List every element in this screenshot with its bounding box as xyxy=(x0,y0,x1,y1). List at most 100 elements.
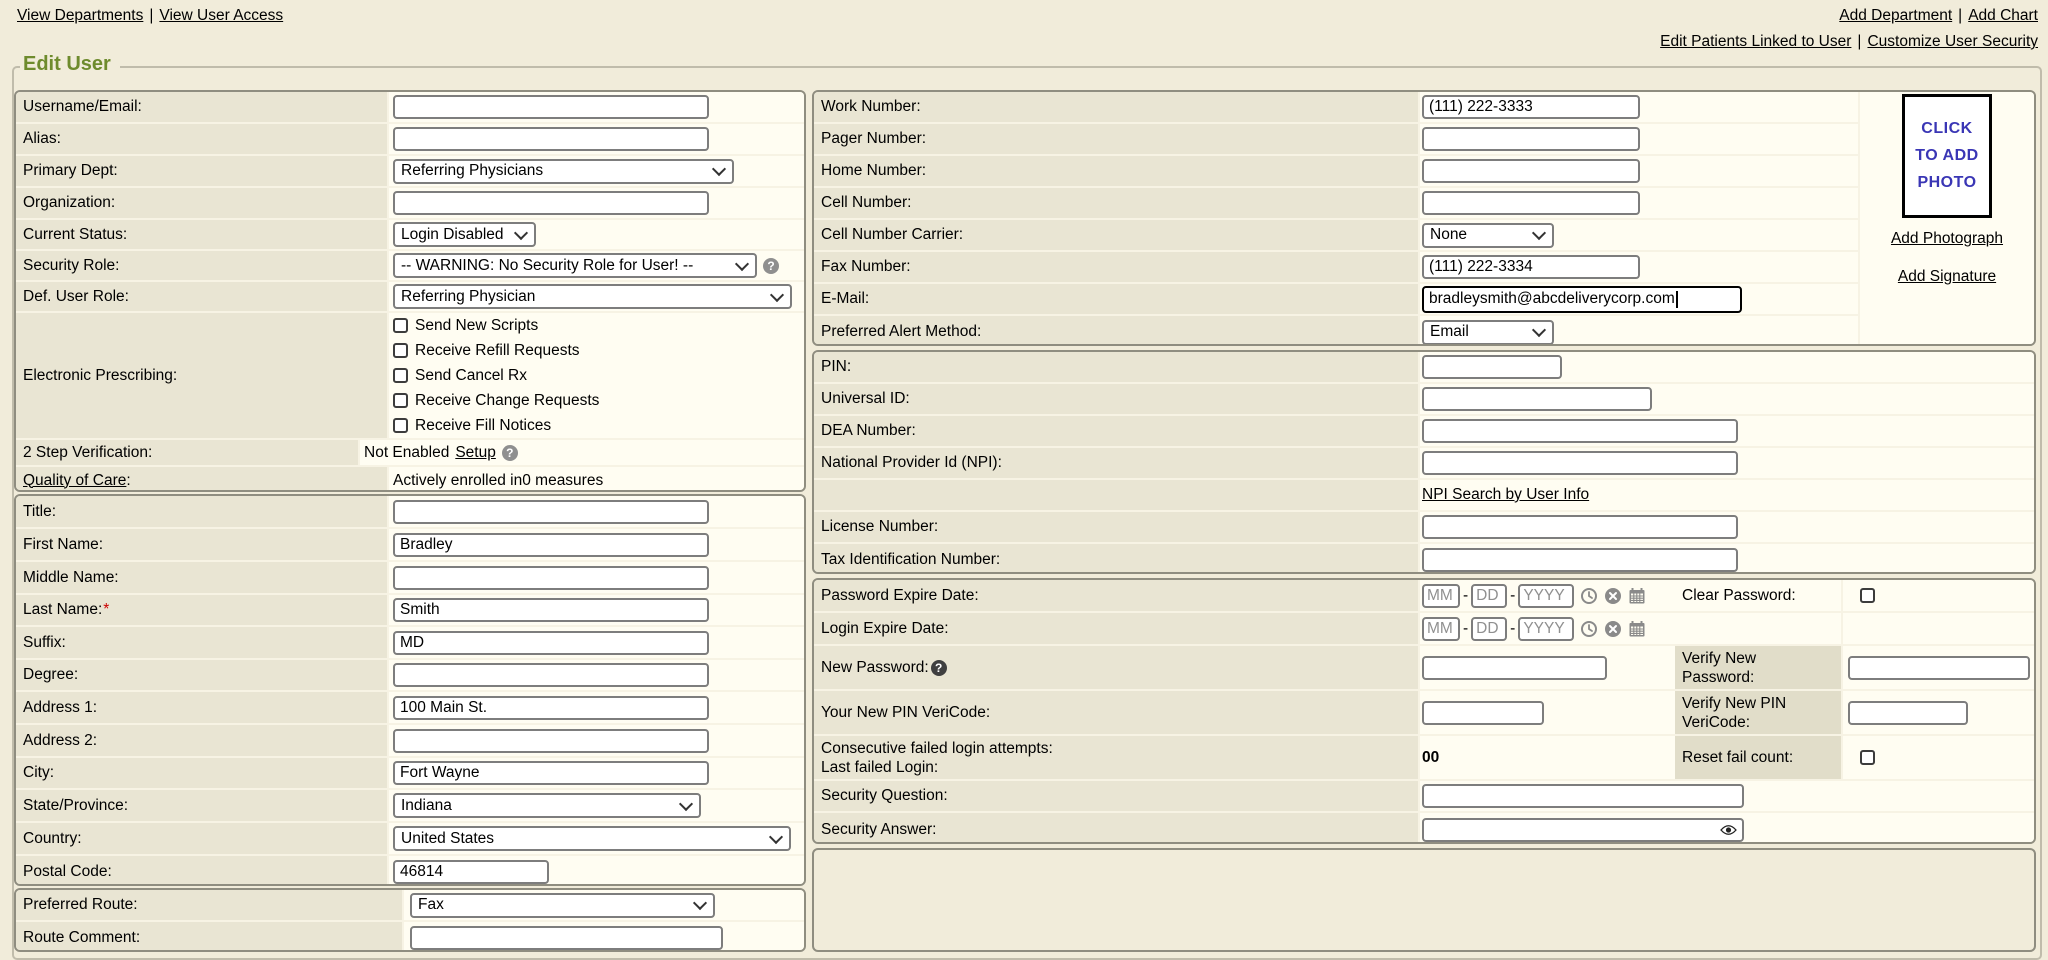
login-expire-date-value-cell: MM-DD-YYYY xyxy=(1420,613,1675,644)
electronic-prescribing-checkbox-0[interactable] xyxy=(393,318,408,333)
add-photograph-link[interactable]: Add Photograph xyxy=(1891,230,2003,248)
email-value-cell: bradleysmith@abcdeliverycorp.com xyxy=(1420,284,1858,314)
middle-name-input[interactable] xyxy=(393,566,709,590)
view-user-access-link[interactable]: View User Access xyxy=(159,7,283,24)
middle-name-label-text: Middle Name: xyxy=(23,569,119,587)
security-answer-input[interactable] xyxy=(1422,818,1744,842)
def-user-role-label: Def. User Role: xyxy=(16,282,389,311)
customize-user-security-link[interactable]: Customize User Security xyxy=(1867,33,2038,50)
license-number-input[interactable] xyxy=(1422,515,1738,539)
add-signature-link[interactable]: Add Signature xyxy=(1898,268,1996,286)
cell-number-value-cell xyxy=(1420,188,1858,218)
two-step-verification-help-icon[interactable]: ? xyxy=(502,445,518,461)
npi-row: National Provider Id (NPI): xyxy=(814,448,2034,480)
npi-search-link[interactable]: NPI Search by User Info xyxy=(1422,486,1589,504)
preferred-alert-method-select[interactable]: Email xyxy=(1422,320,1554,345)
work-number-label-text: Work Number: xyxy=(821,98,921,116)
new-pin-vericode-input[interactable] xyxy=(1422,701,1544,725)
first-name-input[interactable]: Bradley xyxy=(393,533,709,557)
email-input[interactable]: bradleysmith@abcdeliverycorp.com xyxy=(1422,286,1742,313)
password-expire-date-clear-icon[interactable] xyxy=(1604,587,1622,605)
clear-password-checkbox[interactable] xyxy=(1860,588,1875,603)
security-role-help-icon[interactable]: ? xyxy=(763,258,779,274)
suffix-input[interactable]: MD xyxy=(393,631,709,655)
degree-input[interactable] xyxy=(393,663,709,687)
electronic-prescribing-checkbox-1[interactable] xyxy=(393,343,408,358)
organization-input[interactable] xyxy=(393,191,709,215)
degree-label-text: Degree: xyxy=(23,666,78,684)
pager-number-input[interactable] xyxy=(1422,127,1640,151)
password-expire-date-calendar-icon[interactable] xyxy=(1628,587,1646,605)
verify-new-password-input[interactable] xyxy=(1848,656,2030,680)
electronic-prescribing-option: Receive Refill Requests xyxy=(393,338,599,363)
postal-code-input[interactable]: 46814 xyxy=(393,860,549,884)
def-user-role-select[interactable]: Referring Physician xyxy=(393,284,792,309)
reset-fail-count-value-cell xyxy=(1843,736,2034,779)
home-number-input[interactable] xyxy=(1422,159,1640,183)
primary-dept-value-cell: Referring Physicians xyxy=(389,156,804,186)
country-select[interactable]: United States xyxy=(393,826,791,851)
preferred-route-select[interactable]: Fax xyxy=(410,893,715,918)
npi-search-value-cell: NPI Search by User Info xyxy=(1420,480,2034,510)
failed-login-attempts-value-text: 00 xyxy=(1422,749,1439,767)
electronic-prescribing-checkbox-3[interactable] xyxy=(393,393,408,408)
current-status-select[interactable]: Login Disabled xyxy=(393,222,536,247)
fax-number-input[interactable]: (111) 222-3334 xyxy=(1422,255,1640,279)
password-expire-date-yyyy-input[interactable]: YYYY xyxy=(1518,584,1574,608)
electronic-prescribing-checkbox-2[interactable] xyxy=(393,368,408,383)
login-expire-date-mm-input[interactable]: MM xyxy=(1422,617,1460,641)
def-user-role-row: Def. User Role:Referring Physician xyxy=(16,282,804,313)
city-input[interactable]: Fort Wayne xyxy=(393,761,709,785)
reset-fail-count-label-2: Reset fail count: xyxy=(1675,736,1843,779)
login-expire-date-clear-icon[interactable] xyxy=(1604,620,1622,638)
security-question-input[interactable] xyxy=(1422,784,1744,808)
last-name-input[interactable]: Smith xyxy=(393,598,709,622)
new-password-help-icon[interactable]: ? xyxy=(931,660,947,676)
password-expire-date-dd-input[interactable]: DD xyxy=(1471,584,1507,608)
work-number-input[interactable]: (111) 222-3333 xyxy=(1422,95,1640,119)
fax-number-label-text: Fax Number: xyxy=(821,258,911,276)
verify-new-pin-vericode-input[interactable] xyxy=(1848,701,1968,725)
new-password-label: New Password:? xyxy=(814,646,1420,689)
login-expire-date-time-icon[interactable] xyxy=(1580,620,1598,638)
pin-label-text: PIN: xyxy=(821,358,851,376)
two-step-verification-link[interactable]: Setup xyxy=(455,444,496,462)
view-departments-link[interactable]: View Departments xyxy=(17,7,143,24)
state-province-select[interactable]: Indiana xyxy=(393,793,701,818)
failed-login-attempts-label-line: Last failed Login: xyxy=(821,758,938,777)
address-2-input[interactable] xyxy=(393,729,709,753)
edit-patients-linked-link[interactable]: Edit Patients Linked to User xyxy=(1660,33,1851,50)
alias-input[interactable] xyxy=(393,127,709,151)
primary-dept-select[interactable]: Referring Physicians xyxy=(393,159,734,184)
password-expire-date-mm-input[interactable]: MM xyxy=(1422,584,1460,608)
dea-number-input[interactable] xyxy=(1422,419,1738,443)
electronic-prescribing-checkbox-4[interactable] xyxy=(393,418,408,433)
photo-placeholder-box[interactable]: CLICKTO ADDPHOTO xyxy=(1902,94,1992,218)
date-hyphen: - xyxy=(1510,587,1515,605)
login-expire-date-calendar-icon[interactable] xyxy=(1628,620,1646,638)
add-department-link[interactable]: Add Department xyxy=(1839,7,1952,24)
new-password-input[interactable] xyxy=(1422,656,1607,680)
tax-id-number-input[interactable] xyxy=(1422,548,1738,572)
title-input[interactable] xyxy=(393,500,709,524)
cell-number-input[interactable] xyxy=(1422,191,1640,215)
work-number-row: Work Number: (111) 222-3333 xyxy=(814,92,1858,124)
npi-input[interactable] xyxy=(1422,451,1738,475)
security-answer-label: Security Answer: xyxy=(814,813,1420,844)
address-1-input[interactable]: 100 Main St. xyxy=(393,696,709,720)
cell-number-carrier-select[interactable]: None xyxy=(1422,223,1554,248)
pin-input[interactable] xyxy=(1422,355,1562,379)
failed-login-attempts-label: Consecutive failed login attempts:Last f… xyxy=(814,736,1420,779)
link-separator: | xyxy=(149,7,153,24)
current-status-label-text: Current Status: xyxy=(23,226,127,244)
universal-id-input[interactable] xyxy=(1422,387,1652,411)
login-expire-date-dd-input[interactable]: DD xyxy=(1471,617,1507,641)
reset-fail-count-checkbox[interactable] xyxy=(1860,750,1875,765)
add-chart-link[interactable]: Add Chart xyxy=(1968,7,2038,24)
security-role-select[interactable]: -- WARNING: No Security Role for User! -… xyxy=(393,253,757,278)
route-comment-input[interactable] xyxy=(410,926,723,950)
username-email-input[interactable] xyxy=(393,95,709,119)
password-expire-date-time-icon[interactable] xyxy=(1580,587,1598,605)
security-answer-reveal-eye-icon[interactable] xyxy=(1720,824,1737,836)
login-expire-date-yyyy-input[interactable]: YYYY xyxy=(1518,617,1574,641)
